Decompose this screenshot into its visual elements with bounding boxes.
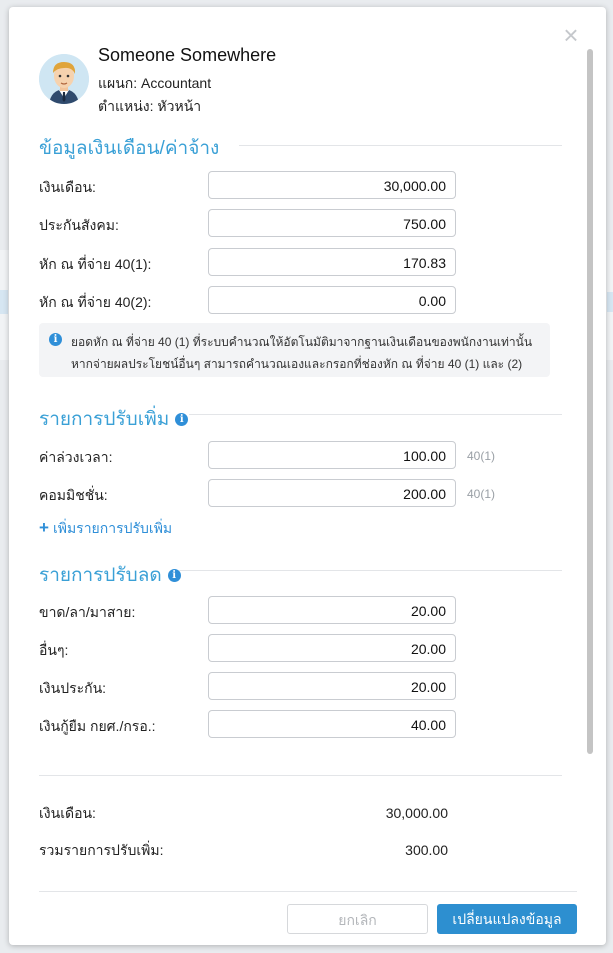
salary-label: เงินเดือน:: [39, 179, 96, 195]
additions-section-label: รายการปรับเพิ่ม: [39, 409, 170, 430]
info-icon[interactable]: i: [175, 413, 189, 427]
commission-input[interactable]: 200.00: [208, 479, 456, 507]
deductions-section-divider: [179, 570, 562, 571]
edit-salary-modal: Someone Somewhere แผนก: Accountant ตำแหน…: [9, 7, 606, 945]
salary-section-title: ข้อมูลเงินเดือน/ค่าจ้าง: [39, 138, 220, 159]
other-deduction-input[interactable]: 20.00: [208, 634, 456, 662]
info-icon[interactable]: i: [167, 569, 181, 583]
absence-input[interactable]: 20.00: [208, 596, 456, 624]
add-addition-link[interactable]: + เพิ่มรายการปรับเพิ่ม: [39, 518, 172, 540]
commission-label: คอมมิชชั่น:: [39, 487, 108, 503]
background-highlight-right: [607, 292, 613, 312]
employee-name: Someone Somewhere: [98, 45, 277, 65]
salary-section-divider: [239, 145, 562, 146]
background-highlight-left: [0, 290, 8, 314]
summary-salary-value: 30,000.00: [385, 805, 448, 821]
deductions-section-title: รายการปรับลด i: [39, 560, 181, 590]
note-line-2: หากจ่ายผลประโยชน์อื่นๆ สามารถคำนวณเองและ…: [71, 357, 523, 371]
overtime-label: ค่าล่วงเวลา:: [39, 449, 113, 465]
employee-position: ตำแหน่ง: หัวหน้า: [98, 98, 202, 114]
overtime-tax-type: 40(1): [467, 449, 496, 463]
additions-section-title: รายการปรับเพิ่ม i: [39, 404, 189, 434]
info-icon: i: [49, 333, 62, 346]
overtime-input[interactable]: 100.00: [208, 441, 456, 469]
add-addition-label: เพิ่มรายการปรับเพิ่ม: [52, 520, 173, 536]
close-icon[interactable]: ×: [561, 22, 581, 48]
other-deduction-label: อื่นๆ:: [39, 642, 69, 658]
student-loan-label: เงินกู้ยืม กยศ./กรอ.:: [39, 718, 156, 734]
deposit-label: เงินประกัน:: [39, 680, 107, 696]
summary-additions-value: 300.00: [405, 842, 448, 858]
withholding-40-2-label: หัก ณ ที่จ่าย 40(2):: [39, 294, 152, 310]
employee-department: แผนก: Accountant: [98, 75, 212, 91]
withholding-40-1-label: หัก ณ ที่จ่าย 40(1):: [39, 256, 152, 272]
plus-icon: +: [39, 518, 49, 537]
cancel-button[interactable]: ยกเลิก: [287, 904, 428, 934]
additions-section-divider: [189, 414, 562, 415]
footer-divider: [39, 891, 577, 892]
avatar-illustration-icon: [39, 54, 89, 104]
deductions-section-label: รายการปรับลด: [39, 565, 162, 586]
scrollbar[interactable]: [587, 49, 593, 754]
salary-input[interactable]: 30,000.00: [208, 171, 456, 199]
withholding-40-1-input[interactable]: 170.83: [208, 248, 456, 276]
note-line-1: ยอดหัก ณ ที่จ่าย 40 (1) ที่ระบบคำนวณให้อ…: [71, 335, 533, 349]
avatar: [39, 54, 89, 104]
student-loan-input[interactable]: 40.00: [208, 710, 456, 738]
social-security-input[interactable]: 750.00: [208, 209, 456, 237]
modal-scroll-area[interactable]: Someone Somewhere แผนก: Accountant ตำแหน…: [9, 7, 606, 859]
summary-additions-label: รวมรายการปรับเพิ่ม:: [39, 842, 164, 858]
summary-divider: [39, 775, 562, 776]
summary-salary-label: เงินเดือน:: [39, 805, 96, 821]
withholding-40-2-input[interactable]: 0.00: [208, 286, 456, 314]
social-security-label: ประกันสังคม:: [39, 217, 119, 233]
commission-tax-type: 40(1): [467, 487, 496, 501]
deposit-input[interactable]: 20.00: [208, 672, 456, 700]
save-changes-button[interactable]: เปลี่ยนแปลงข้อมูล: [437, 904, 577, 934]
withholding-note: i ยอดหัก ณ ที่จ่าย 40 (1) ที่ระบบคำนวณให…: [39, 323, 550, 377]
absence-label: ขาด/ลา/มาสาย:: [39, 604, 136, 620]
